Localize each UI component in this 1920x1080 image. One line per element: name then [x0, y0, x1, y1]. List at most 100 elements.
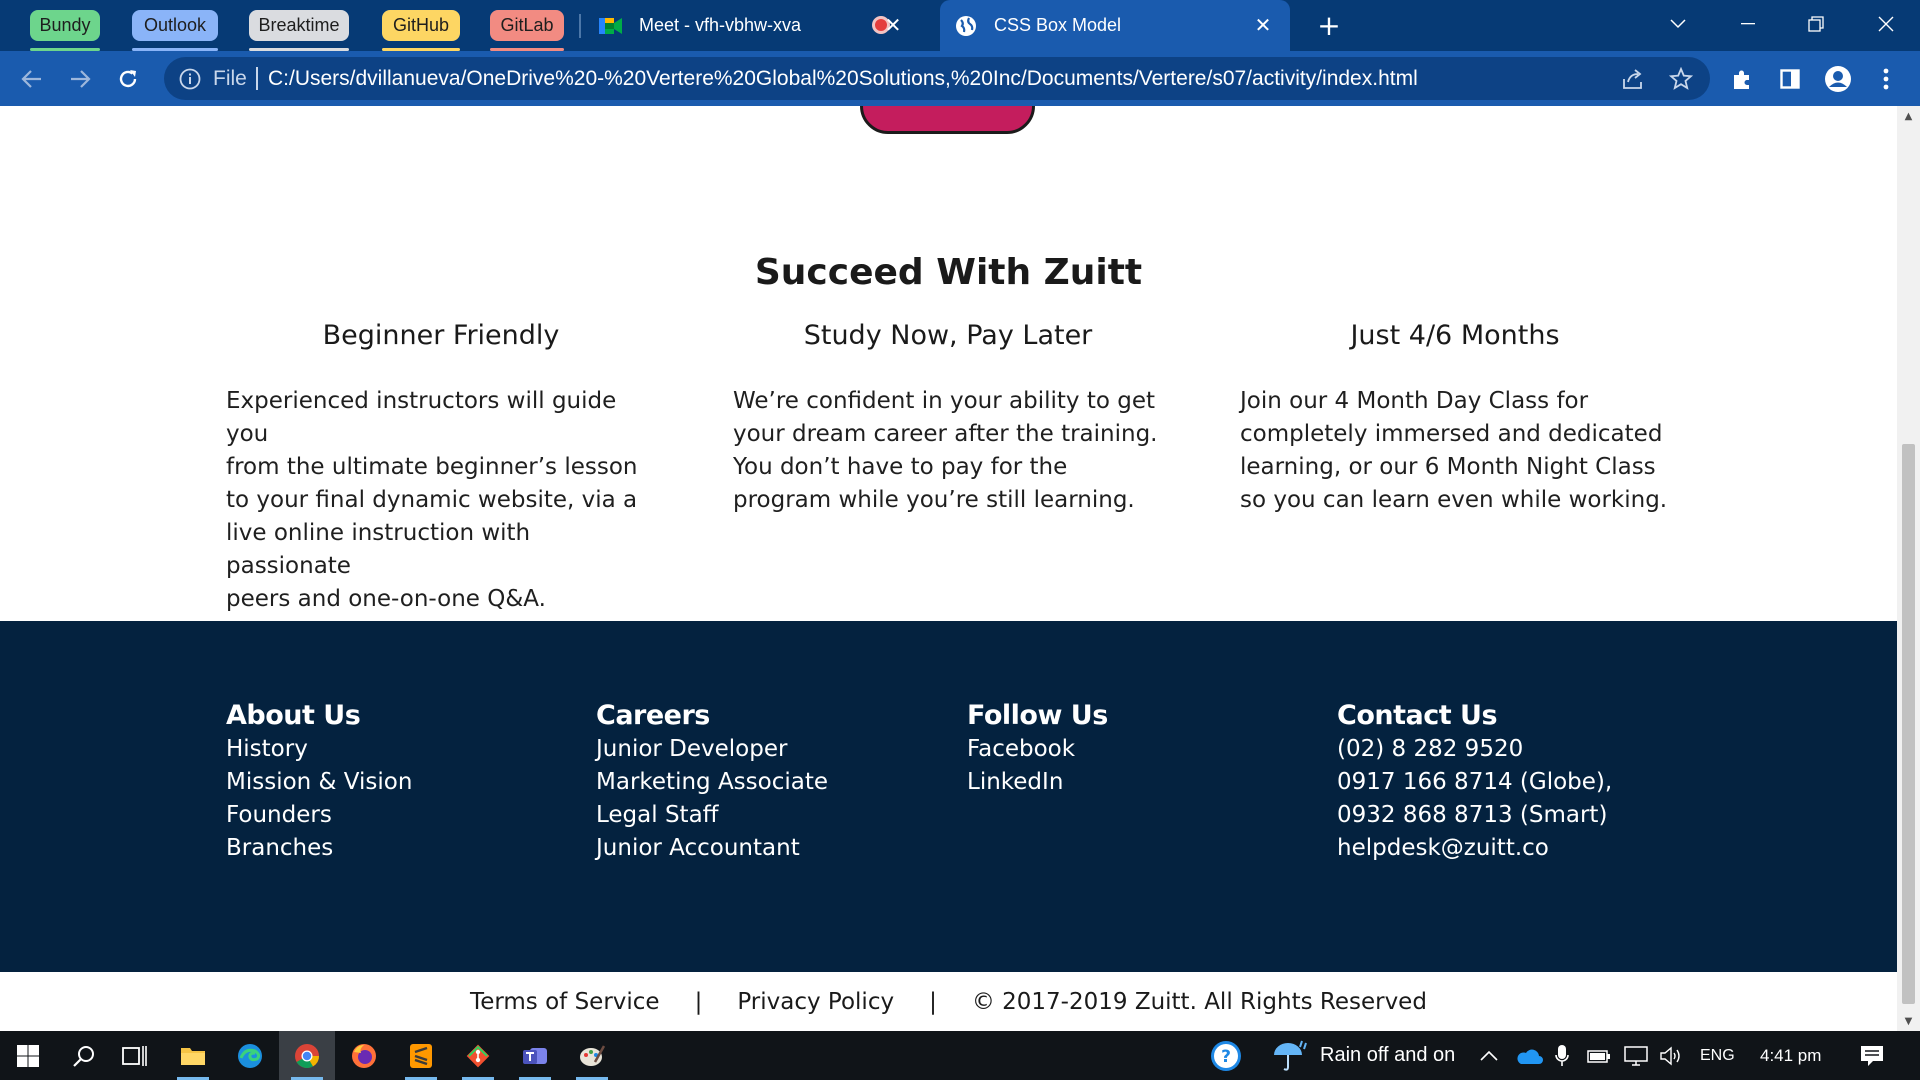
share-icon[interactable] — [1619, 65, 1647, 93]
footer-link[interactable]: History — [226, 733, 586, 766]
new-tab-button[interactable]: + — [1314, 9, 1344, 42]
menu-kebab-icon[interactable] — [1868, 61, 1904, 97]
footer-link[interactable]: Founders — [226, 799, 586, 832]
microphone-icon[interactable] — [1555, 1031, 1569, 1080]
footer-column-follow: Follow Us Facebook LinkedIn — [967, 699, 1327, 799]
close-icon[interactable]: ✕ — [880, 12, 906, 38]
feature-beginner-friendly: Beginner Friendly Experienced instructor… — [226, 320, 656, 616]
scroll-down-arrow-icon[interactable]: ▼ — [1897, 1011, 1920, 1031]
battery-icon[interactable] — [1587, 1031, 1611, 1080]
restore-button[interactable] — [1796, 6, 1836, 42]
tab-group-github[interactable]: GitHub — [382, 10, 460, 51]
sublime-text-icon[interactable] — [393, 1031, 449, 1080]
feature-line: peers and one-on-one Q&A. — [226, 586, 546, 612]
tab-group-label: Breaktime — [258, 15, 340, 35]
hero-cta-button[interactable] — [860, 106, 1035, 134]
footer-heading: Contact Us — [1337, 700, 1498, 731]
svg-text:?: ? — [1221, 1047, 1231, 1067]
tab-group-bundy[interactable]: Bundy — [30, 10, 100, 51]
feature-line: your dream career after the training. — [733, 421, 1158, 447]
network-icon[interactable] — [1624, 1031, 1648, 1080]
tab-group-label: Bundy — [39, 15, 91, 35]
bookmark-star-icon[interactable] — [1667, 65, 1695, 93]
clock[interactable]: 4:41 pm — [1760, 1031, 1821, 1080]
address-bar[interactable]: File C:/Users/dvillanueva/OneDrive%20-%2… — [164, 57, 1710, 100]
tab-separator — [579, 14, 581, 38]
close-window-button[interactable] — [1866, 6, 1906, 42]
feature-description: Join our 4 Month Day Class for completel… — [1240, 385, 1670, 517]
chrome-browser-icon[interactable] — [279, 1031, 335, 1080]
git-icon[interactable] — [450, 1031, 506, 1080]
address-divider — [256, 67, 258, 90]
help-icon[interactable]: ? — [1198, 1031, 1254, 1080]
forward-button[interactable] — [62, 61, 98, 97]
windows-start-icon[interactable] — [0, 1031, 56, 1080]
footer-link[interactable]: Facebook — [967, 733, 1327, 766]
privacy-link[interactable]: Privacy Policy — [737, 989, 894, 1015]
profile-avatar-icon[interactable] — [1820, 61, 1856, 97]
footer-link[interactable]: Marketing Associate — [596, 766, 956, 799]
url-text[interactable]: C:/Users/dvillanueva/OneDrive%20-%20Vert… — [268, 57, 1418, 100]
terms-link[interactable]: Terms of Service — [470, 989, 660, 1015]
tab-group-breaktime[interactable]: Breaktime — [249, 10, 349, 51]
footer-heading: Careers — [596, 700, 710, 731]
footer-link[interactable]: Junior Accountant — [596, 832, 956, 865]
weather-widget[interactable]: Rain off and on — [1272, 1031, 1455, 1080]
feature-line: Join our 4 Month Day Class for — [1240, 388, 1589, 414]
footer-link[interactable]: Mission & Vision — [226, 766, 586, 799]
show-hidden-icons-chevron-icon[interactable] — [1480, 1031, 1498, 1080]
tab-group-gitlab[interactable]: GitLab — [490, 10, 564, 51]
paint-app-icon[interactable] — [564, 1031, 620, 1080]
tab-group-label: GitHub — [392, 15, 450, 35]
globe-icon — [954, 14, 978, 38]
scheme-label: File — [213, 67, 247, 90]
site-info-icon[interactable] — [178, 67, 202, 91]
search-icon[interactable] — [56, 1031, 112, 1080]
page-scrollbar[interactable]: ▲ ▼ — [1897, 106, 1920, 1031]
footer-link[interactable]: Branches — [226, 832, 586, 865]
minimize-button[interactable] — [1728, 6, 1768, 42]
file-explorer-icon[interactable] — [165, 1031, 221, 1080]
scroll-up-arrow-icon[interactable]: ▲ — [1897, 106, 1920, 126]
teams-icon[interactable] — [507, 1031, 563, 1080]
feature-line: from the ultimate beginner’s lesson — [226, 454, 638, 480]
notifications-icon[interactable] — [1860, 1031, 1884, 1080]
footer-column-contact: Contact Us (02) 8 282 9520 0917 166 8714… — [1337, 699, 1697, 865]
tab-meet[interactable]: Meet - vfh-vbhw-xva ✕ — [591, 0, 936, 51]
volume-icon[interactable] — [1660, 1031, 1684, 1080]
tab-group-label: GitLab — [500, 15, 554, 35]
feature-just-4-6-months: Just 4/6 Months Join our 4 Month Day Cla… — [1240, 320, 1670, 517]
firefox-icon[interactable] — [336, 1031, 392, 1080]
tab-css-box-model[interactable]: CSS Box Model ✕ — [940, 0, 1290, 51]
feature-line: program while you’re still learning. — [733, 487, 1135, 513]
legal-bar: Terms of Service | Privacy Policy | © 20… — [0, 972, 1897, 1031]
footer-column-about: About Us History Mission & Vision Founde… — [226, 699, 586, 865]
edge-browser-icon[interactable] — [222, 1031, 278, 1080]
screen: Bundy Outlook Breaktime GitHub GitLab Me… — [0, 0, 1920, 1080]
feature-line: so you can learn even while working. — [1240, 487, 1668, 513]
scrollbar-thumb[interactable] — [1902, 444, 1915, 1004]
footer-link[interactable]: Junior Developer — [596, 733, 956, 766]
feature-line: completely immersed and dedicated — [1240, 421, 1663, 447]
feature-line: You don’t have to pay for the — [733, 454, 1068, 480]
copyright-text: © 2017-2019 Zuitt. All Rights Reserved — [971, 988, 1427, 1015]
footer-link[interactable]: LinkedIn — [967, 766, 1327, 799]
footer-contact-item: (02) 8 282 9520 — [1337, 736, 1524, 762]
tab-search-chevron-icon[interactable] — [1658, 6, 1698, 42]
extensions-icon[interactable] — [1724, 61, 1760, 97]
feature-description: We’re confident in your ability to get y… — [733, 385, 1163, 517]
tab-group-outlook[interactable]: Outlook — [132, 10, 218, 51]
footer-contact-item[interactable]: helpdesk@zuitt.co — [1337, 832, 1697, 865]
reload-button[interactable] — [110, 61, 146, 97]
onedrive-cloud-icon[interactable] — [1515, 1031, 1543, 1080]
feature-title: Study Now, Pay Later — [803, 320, 1093, 351]
input-language[interactable]: ENG — [1700, 1031, 1735, 1080]
task-view-icon[interactable] — [106, 1031, 162, 1080]
feature-study-now-pay-later: Study Now, Pay Later We’re confident in … — [733, 320, 1163, 517]
back-button[interactable] — [14, 61, 50, 97]
feature-line: Experienced instructors will guide you — [226, 388, 617, 447]
footer-link[interactable]: Legal Staff — [596, 799, 956, 832]
close-icon[interactable]: ✕ — [1250, 12, 1276, 38]
section-title: Succeed With Zuitt — [754, 252, 1143, 293]
side-panel-icon[interactable] — [1772, 61, 1808, 97]
